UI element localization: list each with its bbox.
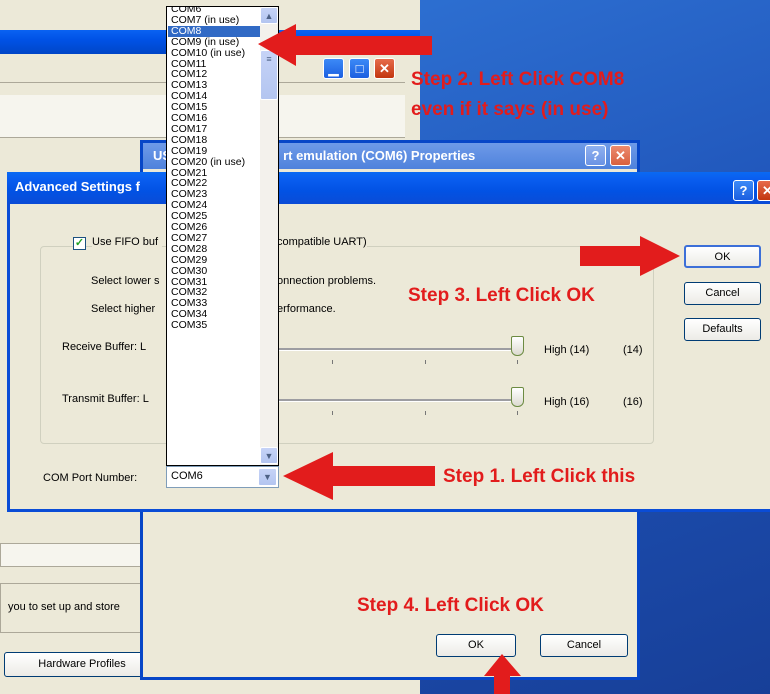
step3-arrow bbox=[580, 236, 680, 276]
step3-label: Step 3. Left Click OK bbox=[408, 285, 595, 306]
step2-sublabel: even if it says (in use) bbox=[411, 99, 609, 120]
step4-arrow bbox=[484, 654, 521, 694]
step2-label: Step 2. Left Click COM8 bbox=[411, 69, 625, 90]
step4-label: Step 4. Left Click OK bbox=[357, 595, 544, 616]
step1-arrow bbox=[283, 452, 435, 500]
step1-label: Step 1. Left Click this bbox=[443, 466, 636, 487]
step2-arrow bbox=[258, 24, 432, 66]
annotation-arrows bbox=[258, 24, 680, 694]
